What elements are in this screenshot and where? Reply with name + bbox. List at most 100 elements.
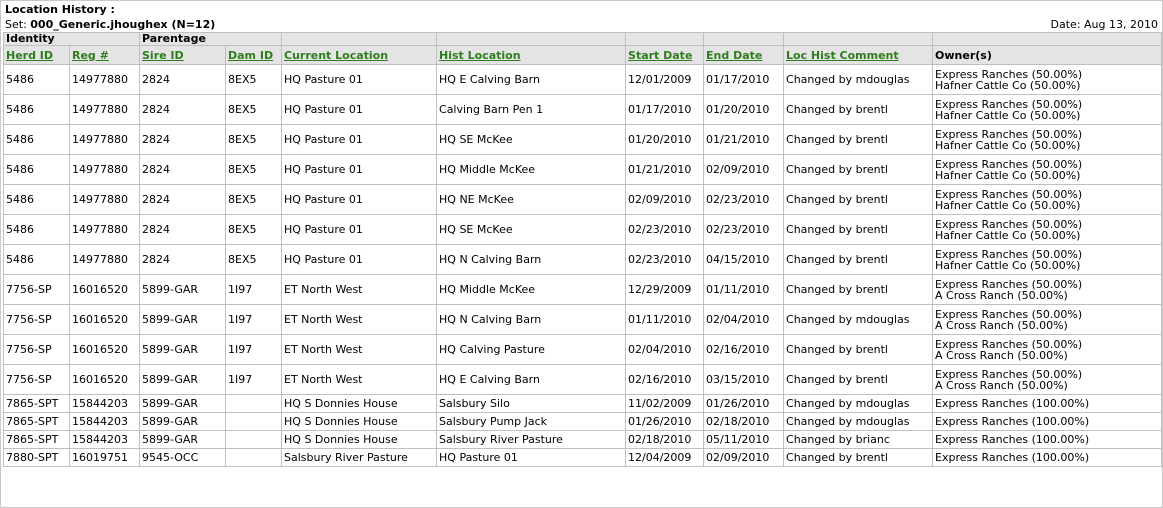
sort-dam-id-link[interactable]: Dam ID [228,49,273,62]
sire-id-cell: 2824 [139,154,226,185]
dam-id-cell: 1I97 [224,334,283,365]
herd-id-cell: 5486 [3,214,70,245]
hist-location-cell: HQ Calving Pasture [436,334,627,365]
hist-location-cell: HQ Pasture 01 [436,448,627,467]
sort-end-date-link[interactable]: End Date [706,49,762,62]
sort-hist-location-link[interactable]: Hist Location [439,49,521,62]
table-row: 7865-SPT 15844203 5899-GAR HQ S Donnies Hou… [3,394,1162,413]
group-header-row: Identity Parentage [3,32,1162,46]
dam-id-cell: 8EX5 [224,124,283,155]
herd-id-cell: 5486 [3,124,70,155]
table-row: 7756-SP 16016520 5899-GAR 1I97 ET North West… [3,274,1162,305]
dam-id-cell: 8EX5 [224,64,283,95]
dam-id-cell: 1I97 [224,364,283,395]
comment-cell: Changed by mdouglas [783,412,934,431]
sire-id-cell: 5899-GAR [139,394,226,413]
comment-cell: Changed by brentl [783,364,934,395]
dam-id-cell: 8EX5 [224,214,283,245]
dam-id-cell [224,448,283,467]
sort-comment-link[interactable]: Loc Hist Comment [786,49,899,62]
start-date-cell: 01/11/2010 [625,304,705,335]
current-location-cell: HQ Pasture 01 [281,214,438,245]
sort-reg-link[interactable]: Reg # [72,49,109,62]
owner-entry: Express Ranches (50.00%) [935,277,1083,291]
herd-id-cell: 7756-SP [3,364,70,395]
reg-cell: 16016520 [69,334,140,365]
sort-herd-id-link[interactable]: Herd ID [6,49,53,62]
start-date-cell: 02/09/2010 [625,184,705,215]
herd-id-cell: 7865-SPT [3,394,70,413]
comment-cell: Changed by brentl [783,184,934,215]
reg-cell: 14977880 [69,64,140,95]
sire-id-cell: 5899-GAR [139,274,226,305]
owner-entry: Hafner Cattle Co (50.00%) [935,138,1081,152]
hist-location-cell: HQ N Calving Barn [436,304,627,335]
hist-location-cell: HQ Middle McKee [436,274,627,305]
reg-cell: 15844203 [69,430,140,449]
owners-cell: Express Ranches (50.00%) A Cross Ranch (5… [932,304,1162,335]
comment-cell: Changed by brentl [783,334,934,365]
hist-location-cell: HQ N Calving Barn [436,244,627,275]
sire-id-cell: 5899-GAR [139,304,226,335]
start-date-cell: 11/02/2009 [625,394,705,413]
current-location-cell: HQ Pasture 01 [281,154,438,185]
report-date: Date: Aug 13, 2010 [1050,18,1158,31]
table-row: 7756-SP 16016520 5899-GAR 1I97 ET North West… [3,364,1162,395]
herd-id-cell: 5486 [3,244,70,275]
current-location-cell: HQ Pasture 01 [281,124,438,155]
dam-id-cell: 8EX5 [224,244,283,275]
sire-id-cell: 5899-GAR [139,364,226,395]
owner-entry: A Cross Ranch (50.00%) [935,348,1068,362]
sire-id-cell: 2824 [139,184,226,215]
comment-cell: Changed by brentl [783,448,934,467]
table-row: 5486 14977880 2824 8EX5 HQ Pasture 01 HQ NE M… [3,184,1162,215]
sire-id-cell: 9545-OCC [139,448,226,467]
sire-id-cell: 5899-GAR [139,334,226,365]
sort-start-date-link[interactable]: Start Date [628,49,692,62]
current-location-cell: HQ Pasture 01 [281,64,438,95]
comment-cell: Changed by brentl [783,124,934,155]
sire-id-cell: 2824 [139,214,226,245]
end-date-cell: 04/15/2010 [703,244,785,275]
end-date-cell: 01/26/2010 [703,394,785,413]
owner-entry: Express Ranches (100.00%) [935,415,1090,428]
owner-entry: Express Ranches (50.00%) [935,337,1083,351]
comment-cell: Changed by brentl [783,244,934,275]
owners-cell: Express Ranches (50.00%) A Cross Ranch (5… [932,334,1162,365]
owner-entry: Express Ranches (50.00%) [935,67,1083,81]
report-frame: Location History : Set: 000_Generic.jhou… [0,0,1163,508]
owner-entry: Hafner Cattle Co (50.00%) [935,228,1081,242]
comment-cell: Changed by brentl [783,274,934,305]
set-value: 000_Generic.jhoughex (N=12) [30,18,216,31]
hist-location-cell: Calving Barn Pen 1 [436,94,627,125]
sort-current-location-link[interactable]: Current Location [284,49,388,62]
start-date-cell: 01/17/2010 [625,94,705,125]
hist-location-cell: HQ SE McKee [436,214,627,245]
herd-id-cell: 5486 [3,184,70,215]
reg-cell: 16016520 [69,274,140,305]
set-info: Set: 000_Generic.jhoughex (N=12) [5,18,215,31]
start-date-cell: 02/18/2010 [625,430,705,449]
dam-id-cell: 8EX5 [224,154,283,185]
comment-cell: Changed by brentl [783,94,934,125]
owner-entry: Hafner Cattle Co (50.00%) [935,198,1081,212]
start-date-cell: 01/26/2010 [625,412,705,431]
comment-cell: Changed by mdouglas [783,64,934,95]
reg-cell: 16016520 [69,364,140,395]
sire-id-cell: 2824 [139,94,226,125]
sire-id-cell: 2824 [139,244,226,275]
start-date-cell: 02/16/2010 [625,364,705,395]
end-date-cell: 02/23/2010 [703,214,785,245]
start-date-cell: 02/23/2010 [625,214,705,245]
comment-cell: Changed by brianc [783,430,934,449]
table-row: 5486 14977880 2824 8EX5 HQ Pasture 01 Calving… [3,94,1162,125]
owner-entry: Express Ranches (100.00%) [935,433,1090,446]
owner-entry: Express Ranches (50.00%) [935,157,1083,171]
herd-id-cell: 7880-SPT [3,448,70,467]
sort-sire-id-link[interactable]: Sire ID [142,49,184,62]
report-title: Location History : [5,3,115,16]
herd-id-cell: 7756-SP [3,274,70,305]
comment-cell: Changed by mdouglas [783,394,934,413]
group-identity: Identity [3,32,140,46]
table-row: 5486 14977880 2824 8EX5 HQ Pasture 01 HQ SE M… [3,124,1162,155]
